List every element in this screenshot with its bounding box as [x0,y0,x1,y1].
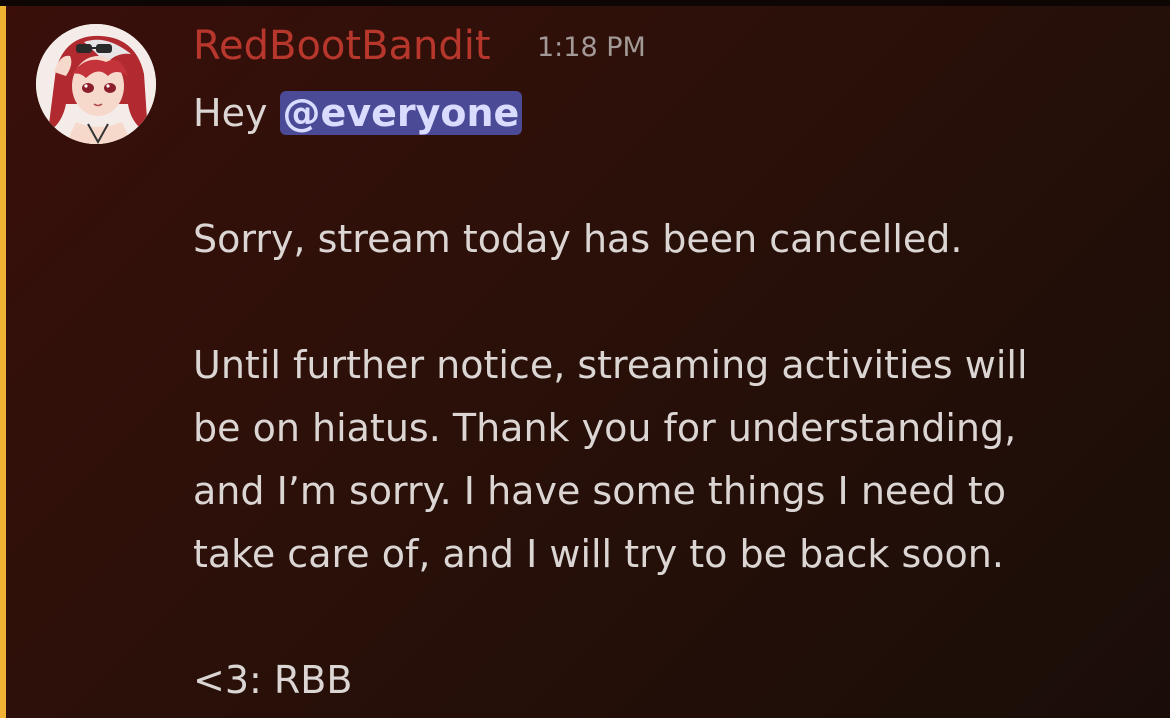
message-timestamp[interactable]: 1:18 PM [537,31,646,65]
greeting-text: Hey [193,91,268,135]
message-line: take care of, and I will try to be back … [193,532,1004,576]
avatar-image [36,24,156,144]
message-line: Sorry, stream today has been cancelled. [193,217,963,261]
message-signoff: <3: RBB [193,658,353,702]
mention-highlight-bar [0,6,6,718]
user-avatar[interactable] [36,24,156,144]
message-content: Hey @everyone Sorry, stream today has be… [193,82,1153,712]
message-line: be on hiatus. Thank you for understandin… [193,406,1017,450]
author-username[interactable]: RedBootBandit [193,20,491,72]
message-line: Until further notice, streaming activiti… [193,343,1028,387]
message-line: and I’m sorry. I have some things I need… [193,469,1007,513]
everyone-mention[interactable]: @everyone [279,91,523,135]
message-greeting-line: Hey @everyone [193,82,1153,145]
top-divider [0,0,1170,6]
